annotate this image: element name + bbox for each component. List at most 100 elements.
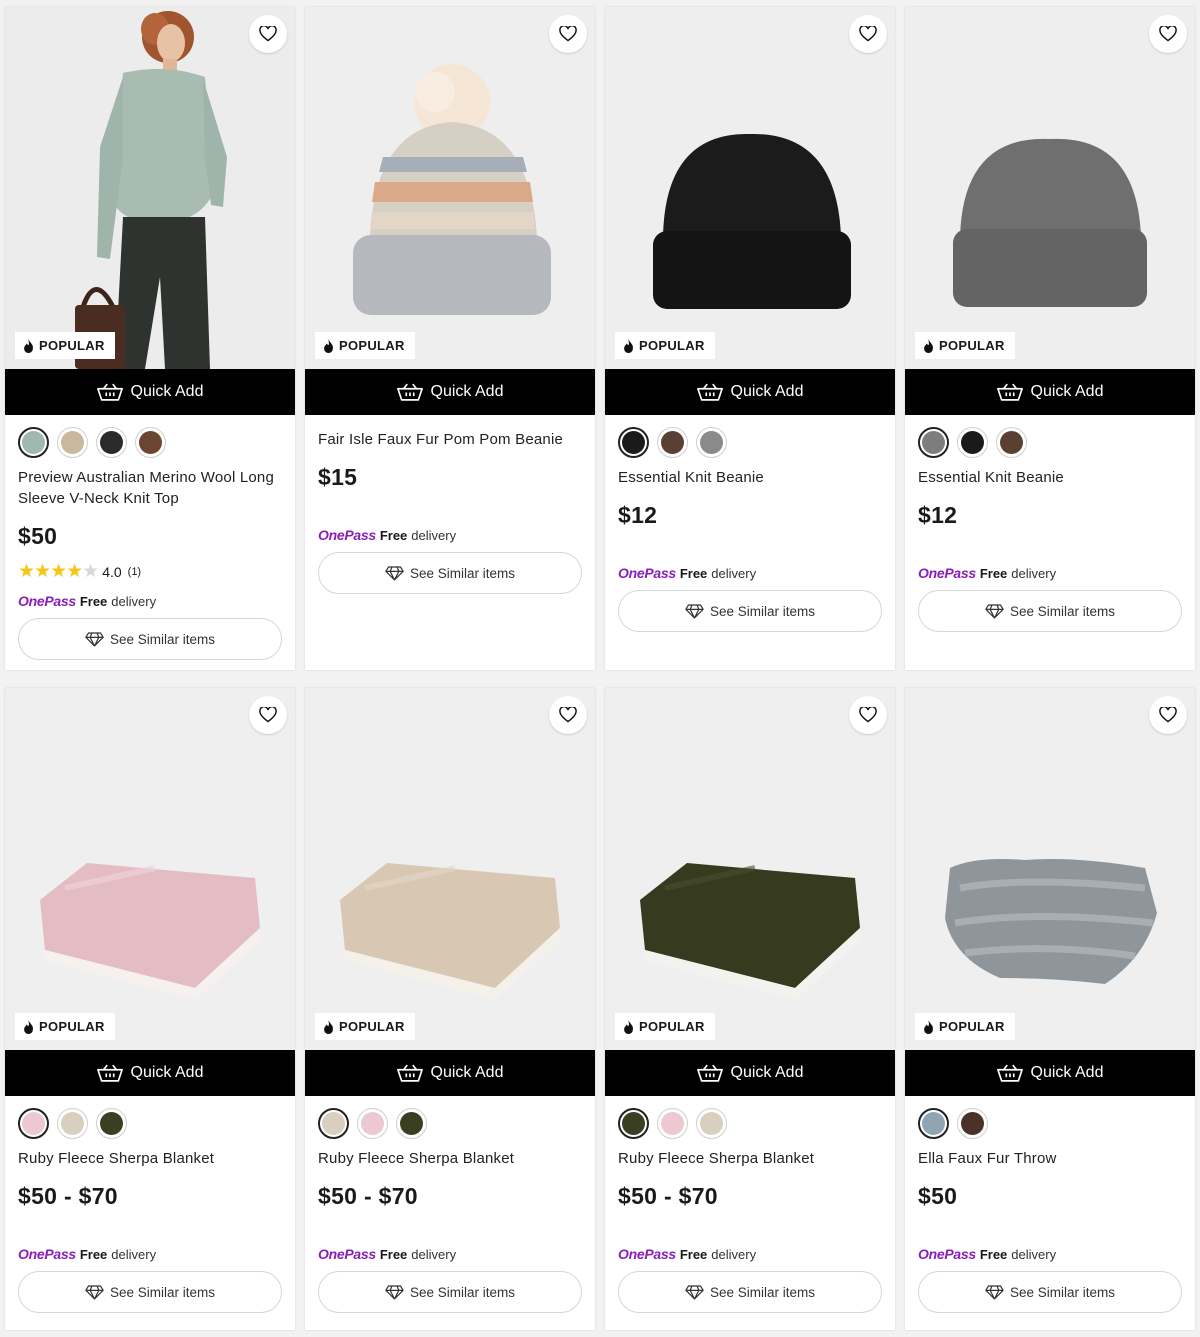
product-title[interactable]: Essential Knit Beanie [618,467,882,488]
color-swatch[interactable] [57,427,88,458]
see-similar-button[interactable]: See Similar items [18,1271,282,1313]
see-similar-button[interactable]: See Similar items [318,552,582,594]
free-label: Free [79,1247,108,1262]
product-image[interactable]: POPULAR [305,688,595,1050]
flame-icon [324,338,333,353]
color-swatch[interactable] [957,427,988,458]
color-swatch[interactable] [96,427,127,458]
delivery-label: delivery [411,1247,457,1262]
color-swatch[interactable] [357,1108,388,1139]
color-swatch[interactable] [696,1108,727,1139]
onepass-delivery: OnePass Free delivery [618,565,882,581]
color-swatches [918,427,1182,459]
similar-icon [85,631,104,647]
popular-badge: POPULAR [15,332,115,359]
color-swatch[interactable] [318,1108,349,1139]
product-image[interactable]: POPULAR [905,688,1195,1050]
quick-add-button[interactable]: Quick Add [305,1050,595,1096]
see-similar-label: See Similar items [409,565,516,581]
color-swatch[interactable] [396,1108,427,1139]
wishlist-button[interactable] [849,696,887,734]
product-card[interactable]: POPULAR Quick Add Ruby Fleece Sherpa Bla… [305,688,595,1330]
see-similar-button[interactable]: See Similar items [918,1271,1182,1313]
product-title[interactable]: Ruby Fleece Sherpa Blanket [18,1148,282,1169]
color-swatch[interactable] [657,427,688,458]
product-image[interactable]: POPULAR [905,7,1195,369]
color-swatch[interactable] [657,1108,688,1139]
onepass-logo: OnePass [618,1246,676,1262]
quick-add-button[interactable]: Quick Add [305,369,595,415]
flame-icon [24,338,33,353]
product-title[interactable]: Ruby Fleece Sherpa Blanket [318,1148,582,1169]
see-similar-button[interactable]: See Similar items [618,590,882,632]
color-swatch[interactable] [18,1108,49,1139]
product-photo [905,7,1195,369]
color-swatch[interactable] [18,427,49,458]
product-title[interactable]: Ella Faux Fur Throw [918,1148,1182,1169]
basket-icon [396,383,423,401]
free-label: Free [979,566,1008,581]
wishlist-button[interactable] [549,696,587,734]
product-rating[interactable]: ★★★★★ 4.0 (1) [18,560,282,583]
see-similar-button[interactable]: See Similar items [18,618,282,660]
wishlist-button[interactable] [249,696,287,734]
color-swatch[interactable] [618,1108,649,1139]
quick-add-button[interactable]: Quick Add [605,369,895,415]
basket-icon [96,1064,123,1082]
color-swatches [618,427,882,459]
free-label: Free [379,528,408,543]
basket-icon [996,1064,1023,1082]
free-label: Free [979,1247,1008,1262]
color-swatch[interactable] [957,1108,988,1139]
product-image[interactable]: POPULAR [605,7,895,369]
product-card[interactable]: POPULAR Quick Add Ella Faux Fur Throw $5… [905,688,1195,1330]
product-photo [5,688,295,1050]
heart-icon [259,707,277,723]
product-card[interactable]: POPULAR Quick Add Preview Australian Mer… [5,7,295,670]
quick-add-button[interactable]: Quick Add [905,369,1195,415]
product-price: $12 [618,502,658,528]
product-title[interactable]: Preview Australian Merino Wool Long Slee… [18,467,282,509]
product-price: $12 [918,502,958,528]
product-card[interactable]: POPULAR Quick Add Fair Isle Faux Fur Pom… [305,7,595,670]
product-card[interactable]: POPULAR Quick Add Essential Knit Beanie … [905,7,1195,670]
quick-add-button[interactable]: Quick Add [905,1050,1195,1096]
product-image[interactable]: POPULAR [5,7,295,369]
color-swatch[interactable] [618,427,649,458]
wishlist-button[interactable] [249,15,287,53]
wishlist-button[interactable] [849,15,887,53]
color-swatch[interactable] [918,1108,949,1139]
popular-badge: POPULAR [15,1013,115,1040]
color-swatch[interactable] [57,1108,88,1139]
color-swatch[interactable] [96,1108,127,1139]
color-swatch[interactable] [135,427,166,458]
see-similar-button[interactable]: See Similar items [918,590,1182,632]
product-title[interactable]: Fair Isle Faux Fur Pom Pom Beanie [318,429,582,450]
product-image[interactable]: POPULAR [305,7,595,369]
quick-add-button[interactable]: Quick Add [5,1050,295,1096]
basket-icon [696,1064,723,1082]
onepass-delivery: OnePass Free delivery [318,527,582,543]
color-swatch[interactable] [996,427,1027,458]
product-photo [605,688,895,1050]
wishlist-button[interactable] [549,15,587,53]
delivery-label: delivery [1011,1247,1057,1262]
color-swatch[interactable] [696,427,727,458]
see-similar-button[interactable]: See Similar items [318,1271,582,1313]
onepass-logo: OnePass [18,593,76,609]
quick-add-button[interactable]: Quick Add [5,369,295,415]
flame-icon [624,1019,633,1034]
product-image[interactable]: POPULAR [605,688,895,1050]
quick-add-button[interactable]: Quick Add [605,1050,895,1096]
basket-icon [96,383,123,401]
product-card[interactable]: POPULAR Quick Add Essential Knit Beanie … [605,7,895,670]
see-similar-button[interactable]: See Similar items [618,1271,882,1313]
product-title[interactable]: Essential Knit Beanie [918,467,1182,488]
color-swatch[interactable] [918,427,949,458]
product-card[interactable]: POPULAR Quick Add Ruby Fleece Sherpa Bla… [605,688,895,1330]
wishlist-button[interactable] [1149,696,1187,734]
product-image[interactable]: POPULAR [5,688,295,1050]
wishlist-button[interactable] [1149,15,1187,53]
product-card[interactable]: POPULAR Quick Add Ruby Fleece Sherpa Bla… [5,688,295,1330]
product-title[interactable]: Ruby Fleece Sherpa Blanket [618,1148,882,1169]
